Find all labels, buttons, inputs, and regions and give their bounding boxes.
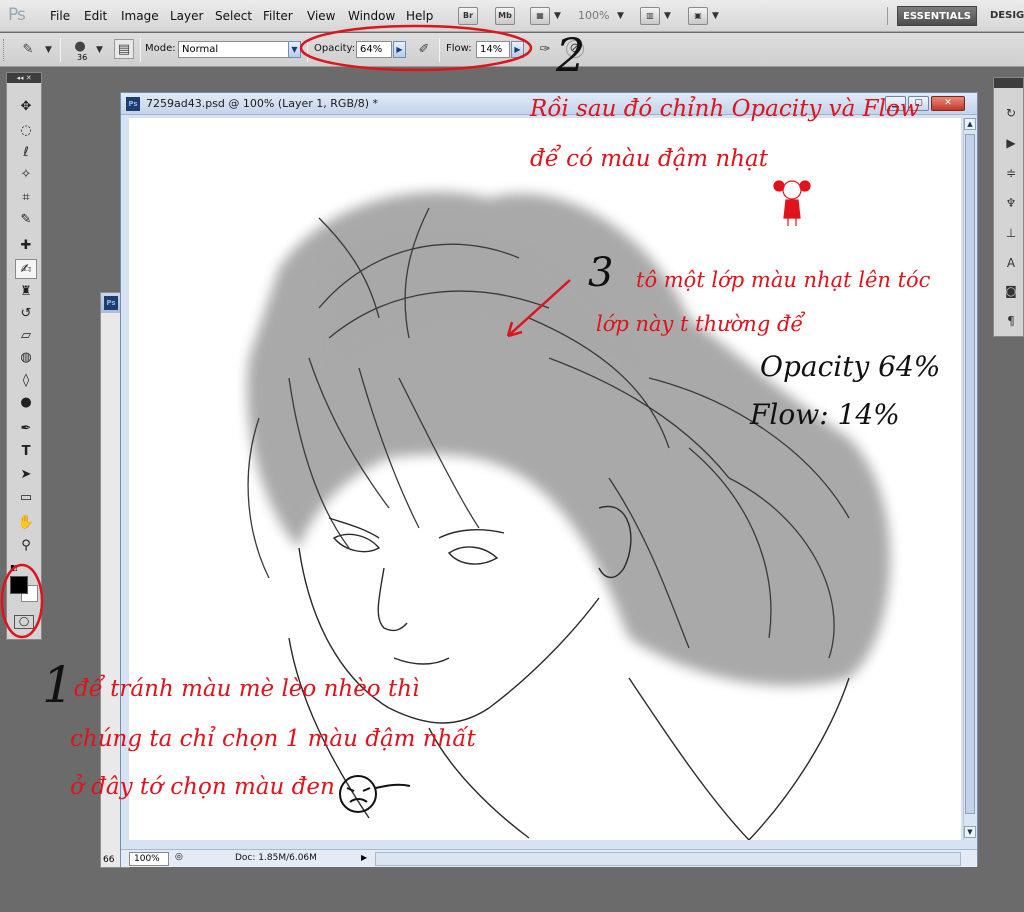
step2-number: 2 — [556, 28, 586, 82]
setting-flow-note: Flow: 14% — [750, 398, 900, 431]
step2-line1: Rồi sau đó chỉnh Opacity và Flow — [530, 96, 920, 122]
highlight-ellipse-colors — [0, 563, 44, 639]
arrow-icon — [506, 279, 571, 338]
step1-number: 1 — [42, 656, 74, 714]
step1-line2: chúng ta chỉ chọn 1 màu đậm nhất — [70, 726, 476, 752]
step3-number: 3 — [588, 250, 614, 296]
step1-line1: để tránh màu mè lèo nhèo thì — [74, 676, 420, 702]
face-doodle — [339, 775, 411, 813]
highlight-ellipse-options — [299, 24, 533, 72]
step2-line2: để có màu đậm nhạt — [530, 146, 769, 172]
setting-opacity-note: Opacity 64% — [760, 350, 941, 383]
chibi-doodle — [773, 180, 811, 226]
step3-line2: lớp này t thường để — [596, 312, 804, 336]
step3-line1: tô một lớp màu nhạt lên tóc — [636, 268, 931, 292]
step1-line3: ở đây tớ chọn màu đen — [70, 774, 335, 800]
